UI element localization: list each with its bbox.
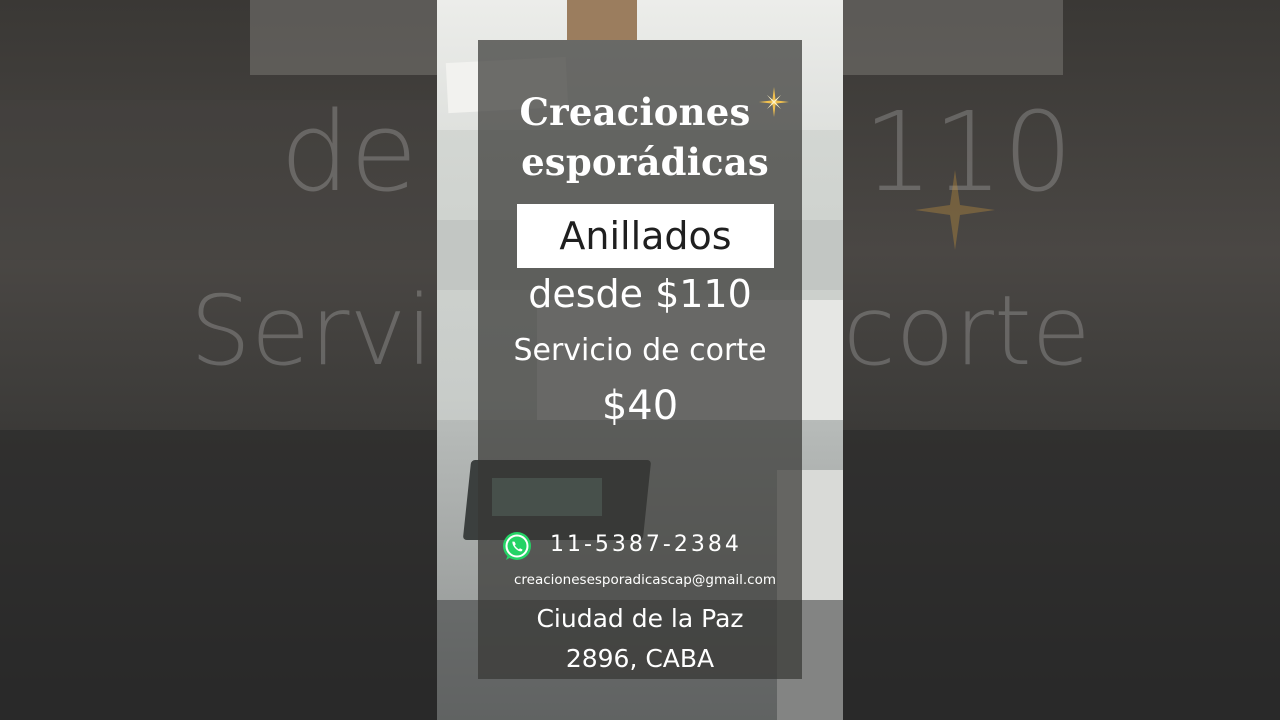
ghost-text-left-bottom: Servi — [190, 275, 433, 387]
ghost-sparkle-icon — [915, 170, 995, 250]
blurred-background-right: 110 corte — [843, 0, 1280, 720]
brand-title-line1: Creaciones — [519, 90, 751, 134]
service-label: Servicio de corte — [513, 333, 767, 368]
address-line1: Ciudad de la Paz — [536, 604, 744, 633]
sparkle-icon — [759, 87, 789, 117]
email-address: creacionesesporadicascap@gmail.com — [513, 572, 776, 588]
blurred-background-left: de Servi — [0, 0, 437, 720]
address-line2: 2896, CABA — [565, 644, 715, 673]
brand-title-line2: esporádicas — [521, 140, 769, 184]
phone-number: 11-5387-2384 — [550, 532, 742, 557]
ghost-text-right-bottom: corte — [843, 275, 1091, 387]
ghost-text-left-top: de — [280, 88, 418, 216]
service-price: $40 — [601, 383, 679, 429]
product-label: Anillados — [559, 214, 732, 258]
product-price: desde $110 — [528, 272, 752, 316]
whatsapp-icon — [503, 532, 531, 560]
